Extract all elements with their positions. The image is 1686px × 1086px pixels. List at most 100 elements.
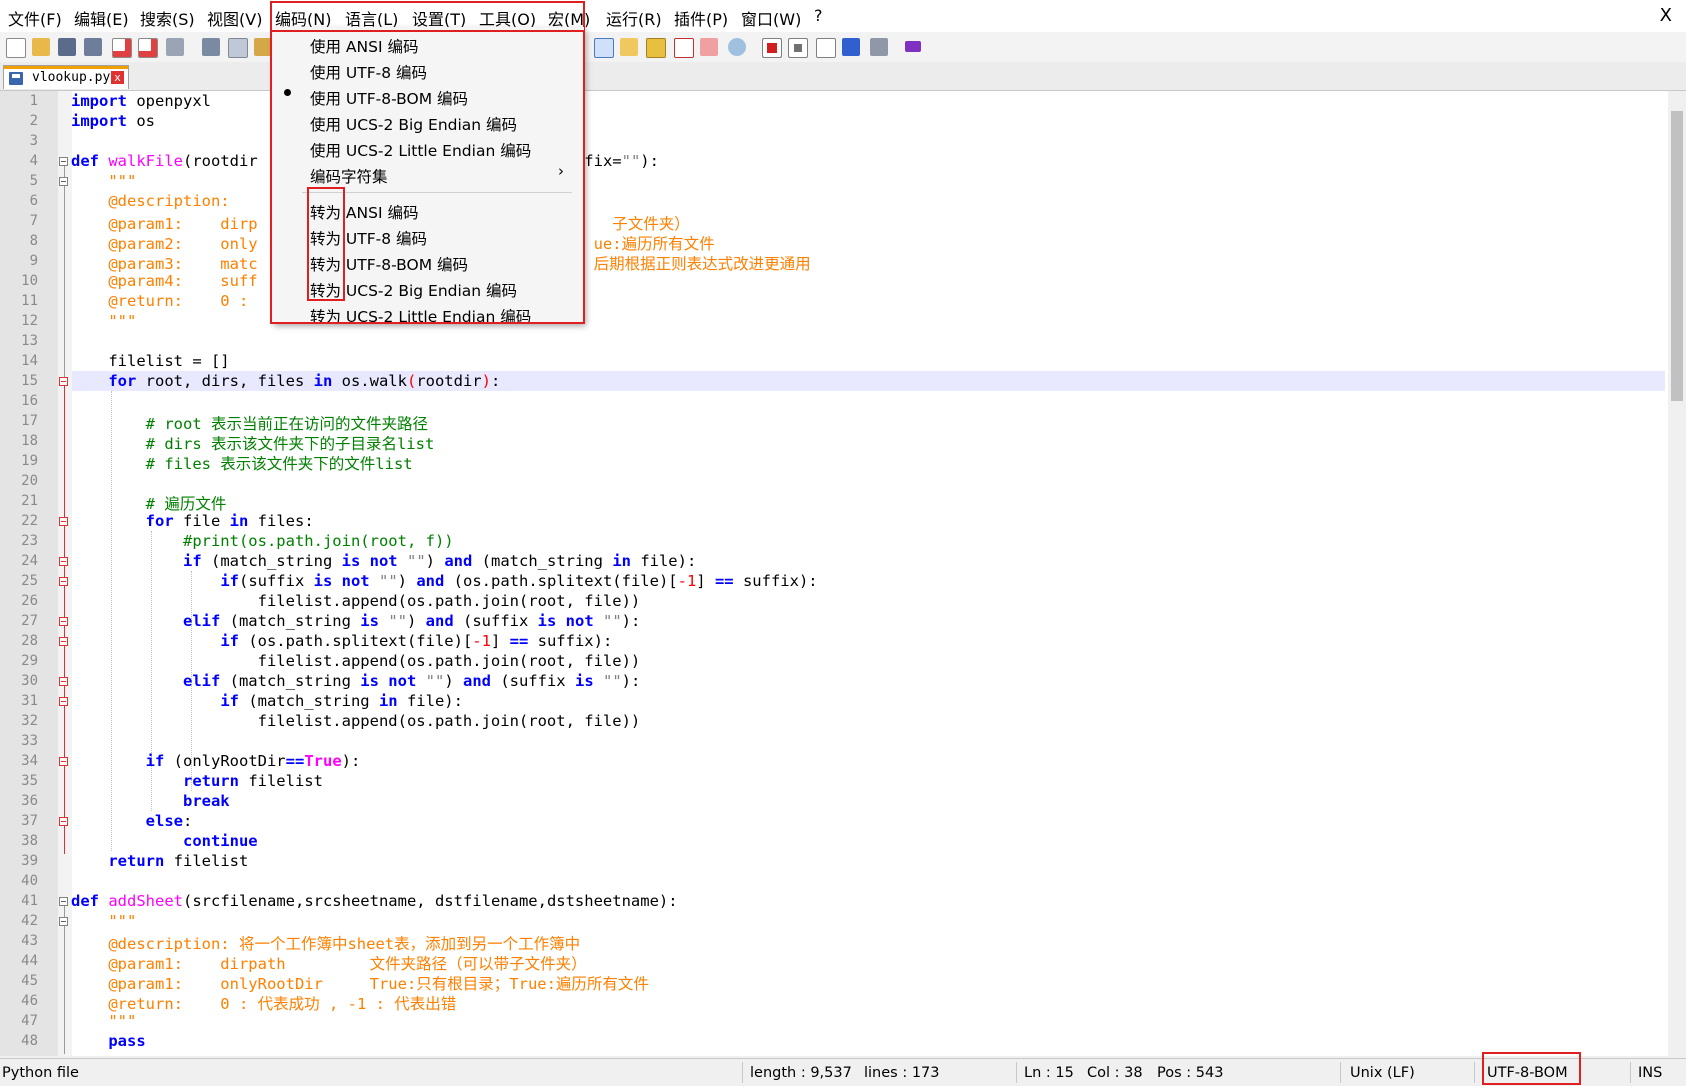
- fold-toggle-icon[interactable]: [59, 817, 68, 826]
- line-number: 26: [21, 593, 38, 609]
- status-divider: [742, 1062, 743, 1083]
- line-number: 29: [21, 653, 38, 669]
- menu-file[interactable]: 文件(F): [8, 6, 62, 30]
- save-macro-icon[interactable]: [870, 38, 888, 56]
- save-all-icon[interactable]: [84, 38, 102, 56]
- fold-toggle-icon[interactable]: [59, 177, 68, 186]
- close-icon[interactable]: [112, 38, 132, 58]
- word-wrap-icon[interactable]: [594, 38, 614, 58]
- play-macro-icon[interactable]: [816, 38, 836, 58]
- menu-search[interactable]: 搜索(S): [140, 6, 195, 30]
- menu-plugins[interactable]: 插件(P): [674, 6, 728, 30]
- code-line: """: [108, 172, 137, 190]
- code-line: break: [182, 792, 230, 810]
- line-number: 34: [21, 753, 38, 769]
- cut-icon[interactable]: [202, 38, 220, 56]
- line-number: 24: [21, 553, 38, 569]
- show-all-chars-icon[interactable]: [620, 38, 638, 56]
- print-icon[interactable]: [166, 38, 184, 56]
- stop-record-icon[interactable]: [788, 38, 808, 58]
- fold-toggle-icon[interactable]: [59, 757, 68, 766]
- code-line: elif (match_string is not "") and (suffi…: [182, 672, 641, 690]
- code-line: filelist = []: [71, 352, 230, 370]
- fold-toggle-icon[interactable]: [59, 677, 68, 686]
- line-number: 46: [21, 993, 38, 1009]
- line-number: 35: [21, 773, 38, 789]
- open-file-icon[interactable]: [32, 38, 50, 56]
- fold-toggle-icon[interactable]: [59, 377, 68, 386]
- code-line: @return: 0 :: [108, 292, 249, 310]
- saved-file-icon: [9, 72, 23, 85]
- code-line: @description:: [108, 192, 230, 210]
- editor[interactable]: 1 2 3 4 5 6 7 8 9 10 11 12 13 14 15 16 1…: [0, 91, 1686, 1056]
- scrollbar-thumb[interactable]: [1671, 111, 1683, 401]
- folder-workspace-icon[interactable]: [700, 38, 718, 56]
- line-number: 13: [21, 333, 38, 349]
- menu-bar: 文件(F) 编辑(E) 搜索(S) 视图(V) 编码(N) 语言(L) 设置(T…: [0, 0, 1686, 32]
- line-number: 31: [21, 693, 38, 709]
- code-line: @param4: suff: [108, 272, 258, 290]
- line-number: 6: [29, 193, 38, 209]
- menu-view[interactable]: 视图(V): [207, 6, 262, 30]
- toolbar: [0, 32, 1686, 63]
- close-all-icon[interactable]: [138, 38, 158, 58]
- line-number: 3: [29, 133, 38, 149]
- fold-toggle-icon[interactable]: [59, 517, 68, 526]
- fold-toggle-icon[interactable]: [59, 617, 68, 626]
- tab-vlookup[interactable]: vlookup.py x: [3, 65, 129, 89]
- line-number: 42: [21, 913, 38, 929]
- menu-run[interactable]: 运行(R): [606, 6, 662, 30]
- fold-toggle-icon[interactable]: [59, 577, 68, 586]
- line-number: 9: [29, 253, 38, 269]
- new-file-icon[interactable]: [6, 38, 26, 58]
- status-divider: [1630, 1062, 1631, 1083]
- line-number: 14: [21, 353, 38, 369]
- code-line: for root, dirs, files in os.walk(rootdir…: [108, 372, 501, 390]
- fold-toggle-icon[interactable]: [59, 697, 68, 706]
- fold-toggle-icon[interactable]: [59, 897, 68, 906]
- run-macro-multiple-icon[interactable]: [842, 38, 860, 56]
- code-line: @param1: dirpath 文件夹路径（可以带子文件夹）: [108, 955, 587, 973]
- record-macro-icon[interactable]: [762, 38, 782, 58]
- status-length: length : 9,537: [750, 1065, 852, 1081]
- code-line: if (onlyRootDir==True):: [145, 752, 361, 770]
- code-line: @return: 0 : 代表成功 , -1 : 代表出错: [108, 995, 457, 1013]
- tab-bar: vlookup.py x: [0, 62, 1686, 91]
- encoding-highlight-box: [1482, 1052, 1581, 1085]
- line-number: 2: [29, 113, 38, 129]
- fold-toggle-icon[interactable]: [59, 637, 68, 646]
- line-number: 38: [21, 833, 38, 849]
- close-document-icon[interactable]: X: [1660, 5, 1672, 26]
- monitor-icon[interactable]: [728, 38, 746, 56]
- menu-edit[interactable]: 编辑(E): [74, 6, 129, 30]
- line-number: 30: [21, 673, 38, 689]
- menu-window[interactable]: 窗口(W): [741, 6, 801, 30]
- code-line: # root 表示当前正在访问的文件夹路径: [145, 415, 428, 433]
- vertical-scrollbar[interactable]: [1668, 91, 1686, 1056]
- markdown-icon[interactable]: [905, 41, 921, 52]
- convert-prefix-highlight-box: [307, 187, 345, 301]
- menu-help[interactable]: ?: [814, 6, 823, 25]
- code-line: @description: 将一个工作簿中sheet表，添加到另一个工作簿中: [108, 935, 581, 953]
- line-number: 28: [21, 633, 38, 649]
- save-icon[interactable]: [58, 38, 76, 56]
- fold-toggle-icon[interactable]: [59, 557, 68, 566]
- indent-guide-icon[interactable]: [646, 38, 666, 58]
- code-line: # files 表示该文件夹下的文件list: [145, 455, 413, 473]
- copy-icon[interactable]: [228, 38, 248, 58]
- line-number: 27: [21, 613, 38, 629]
- status-divider: [1474, 1062, 1475, 1083]
- code-line: # dirs 表示该文件夹下的子目录名list: [145, 435, 435, 453]
- line-number: 25: [21, 573, 38, 589]
- tab-close-icon[interactable]: x: [111, 71, 124, 84]
- function-list-icon[interactable]: [674, 38, 694, 58]
- code-line: """: [108, 312, 137, 330]
- code-line: #print(os.path.join(root, f)): [182, 532, 454, 550]
- status-eol: Unix (LF): [1350, 1065, 1415, 1081]
- line-number: 43: [21, 933, 38, 949]
- code-line: import openpyxl: [71, 92, 211, 110]
- code-line: def addSheet(srcfilename,srcsheetname, d…: [71, 892, 678, 910]
- code-line: @param1: onlyRootDir True:只有根目录；True:遍历所…: [108, 975, 649, 993]
- fold-toggle-icon[interactable]: [59, 917, 68, 926]
- fold-toggle-icon[interactable]: [59, 157, 68, 166]
